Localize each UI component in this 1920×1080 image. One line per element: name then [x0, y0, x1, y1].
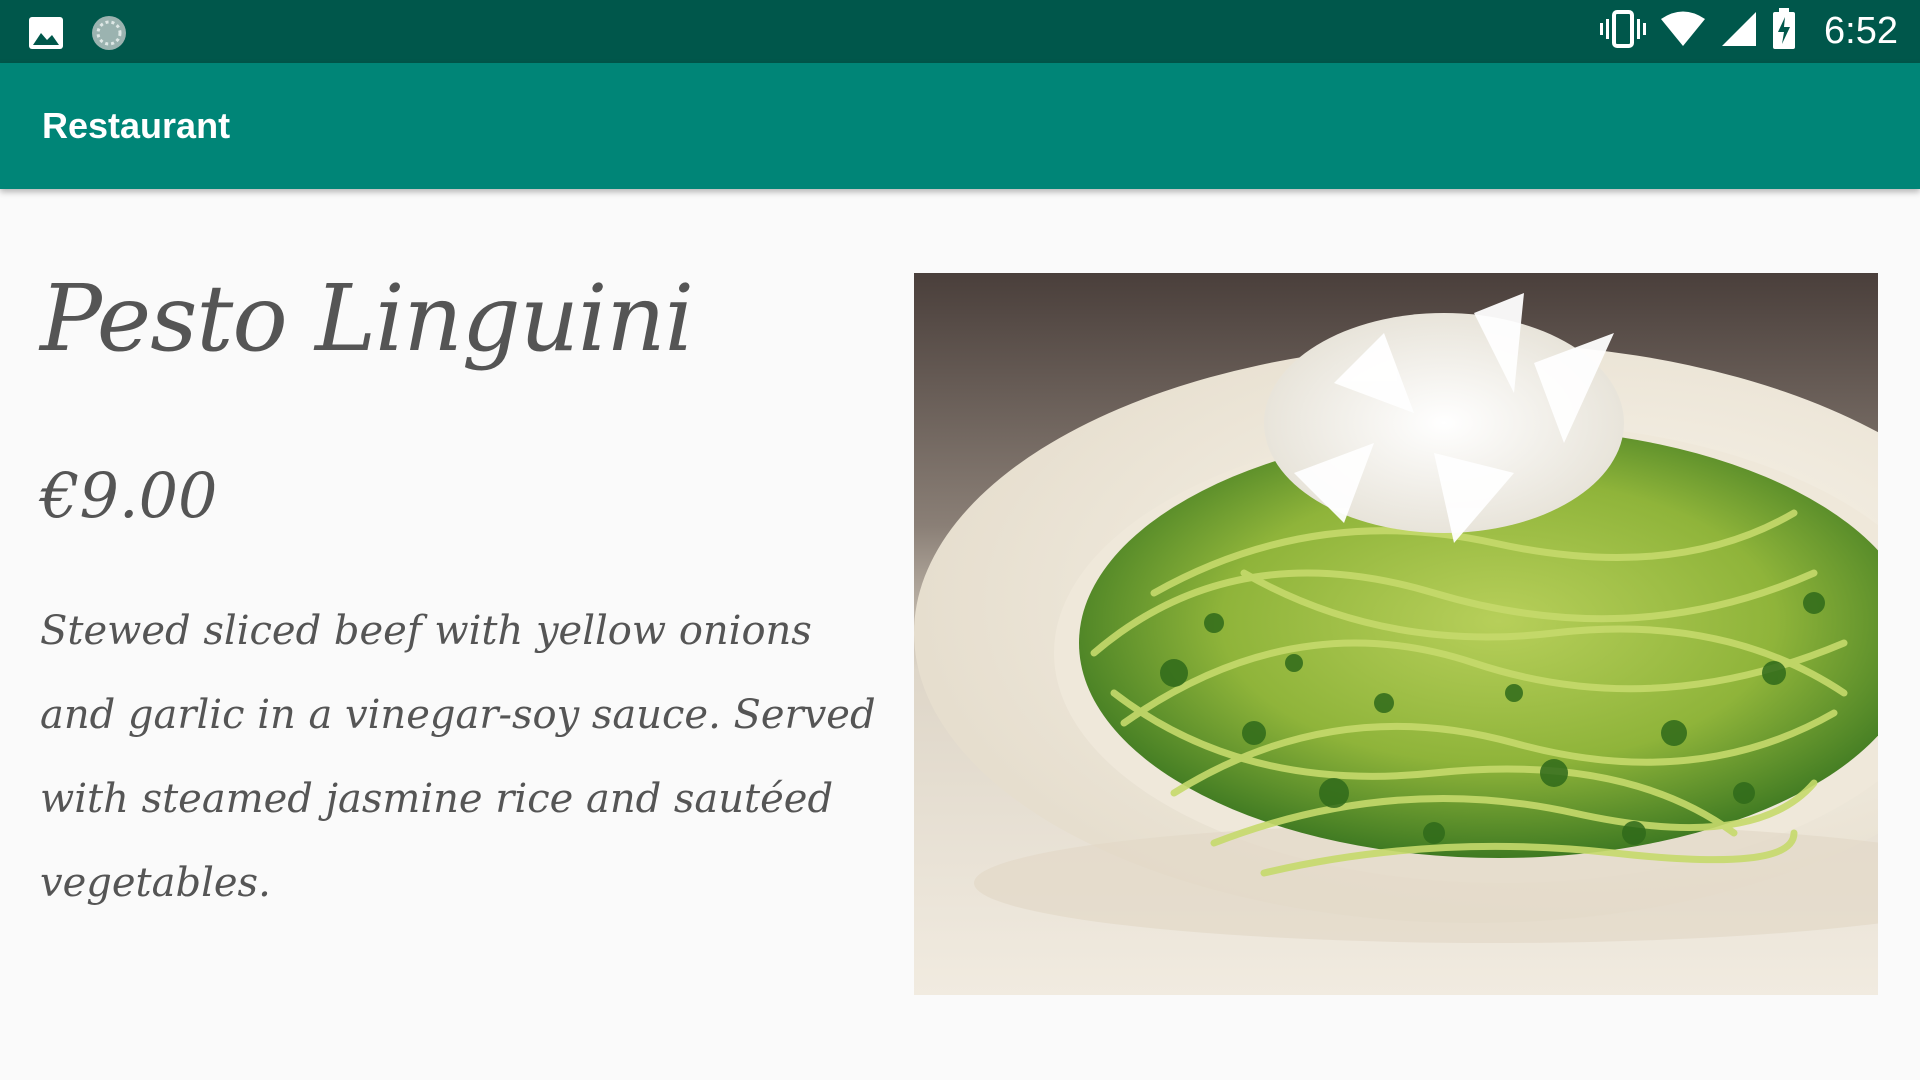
status-time: 6:52 [1824, 10, 1898, 52]
dish-price: €9.00 [40, 459, 218, 532]
app-bar: Restaurant [0, 63, 1920, 189]
dish-name: Pesto Linguini [40, 265, 694, 372]
dish-detail: Pesto Linguini €9.00 Stewed sliced beef … [0, 189, 1920, 1080]
status-bar: 6:52 [0, 0, 1920, 63]
app-title: Restaurant [42, 105, 231, 146]
battery-charging-icon [1772, 8, 1796, 55]
image-icon [28, 16, 64, 55]
sync-icon [90, 14, 128, 57]
pesto-linguini-photo [914, 273, 1878, 995]
vibrate-icon [1600, 9, 1647, 54]
signal-icon [1720, 10, 1758, 53]
dish-description: Stewed sliced beef with yellow onions an… [40, 608, 876, 906]
wifi-icon [1660, 10, 1706, 53]
